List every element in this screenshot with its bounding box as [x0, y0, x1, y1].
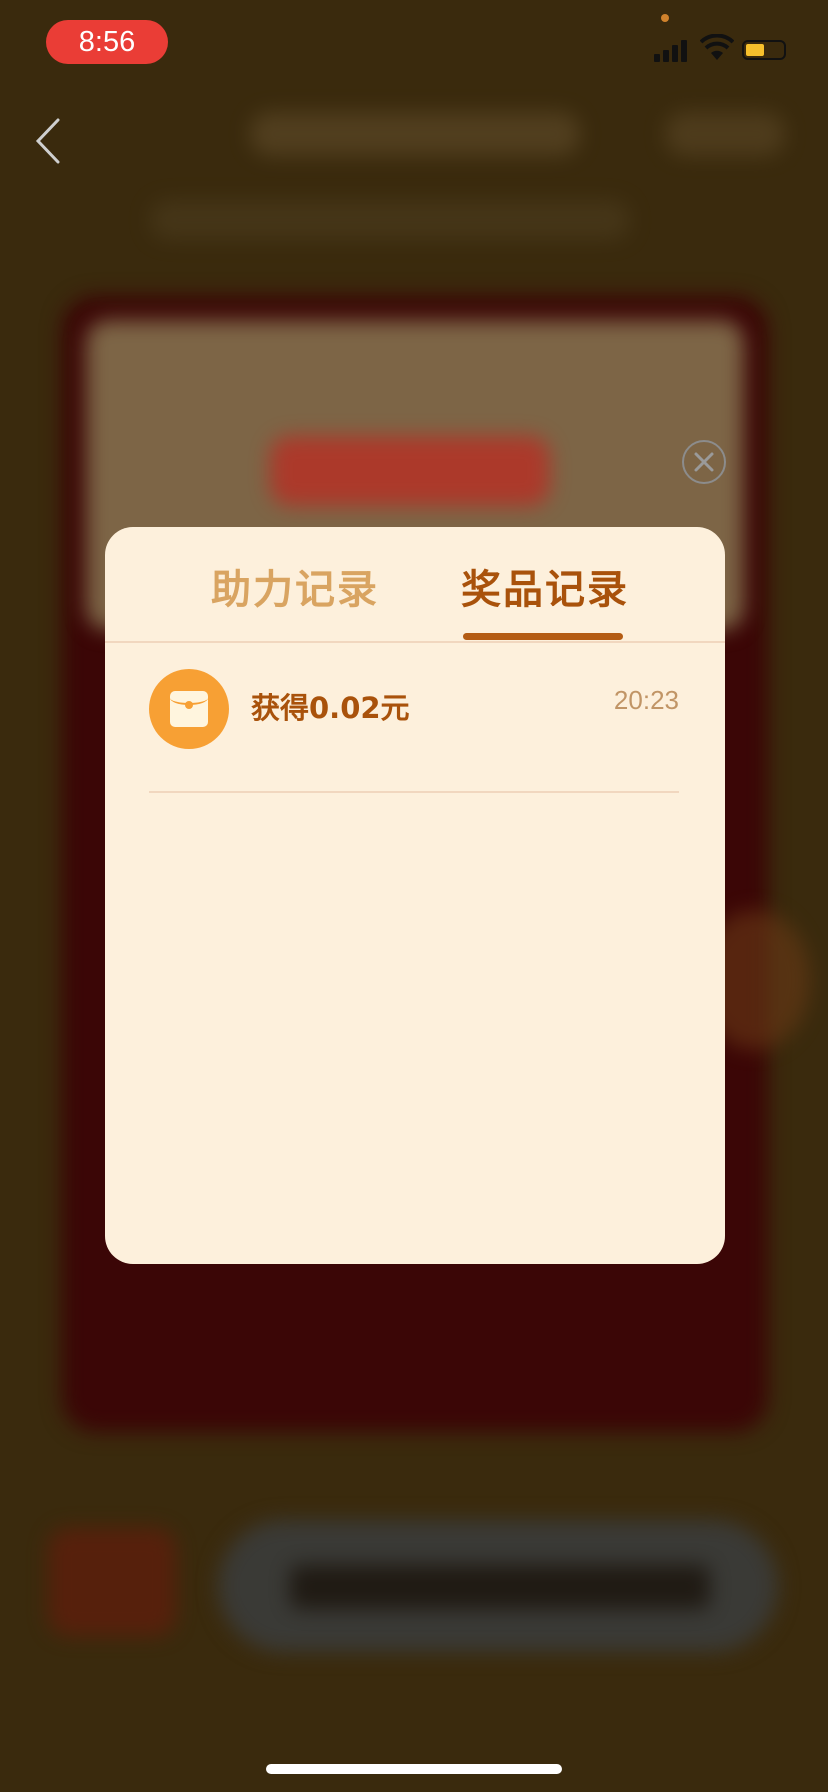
bg-left-icon [48, 1528, 176, 1636]
record-time: 20:23 [613, 685, 679, 715]
status-bar: 8:56 [0, 0, 828, 92]
tab-bar: 助力记录 奖品记录 [105, 527, 725, 643]
records-modal: 助力记录 奖品记录 获得0.02元 20:23 [105, 527, 725, 1264]
cellular-signal-icon [654, 38, 690, 62]
record-list: 获得0.02元 20:23 [149, 643, 679, 793]
bg-page-subheader [150, 200, 630, 240]
home-indicator [266, 1764, 562, 1774]
battery-icon [742, 40, 786, 60]
record-description: 获得0.02元 [251, 691, 410, 725]
status-time: 8:56 [46, 20, 168, 64]
bg-page-action [665, 112, 785, 156]
close-icon [694, 452, 714, 472]
privacy-dot-icon [661, 14, 669, 22]
red-envelope-icon [149, 669, 229, 749]
bg-bottom-button-text [290, 1565, 710, 1609]
close-button[interactable] [682, 440, 726, 484]
back-chevron-icon[interactable] [30, 116, 66, 166]
tab-help-records[interactable]: 助力记录 [211, 557, 379, 617]
bg-page-title [250, 112, 580, 156]
active-tab-indicator [463, 633, 623, 640]
bg-amount [270, 436, 550, 506]
tab-prize-records[interactable]: 奖品记录 [461, 557, 629, 617]
wifi-icon [700, 34, 734, 60]
list-item: 获得0.02元 20:23 [149, 643, 679, 793]
